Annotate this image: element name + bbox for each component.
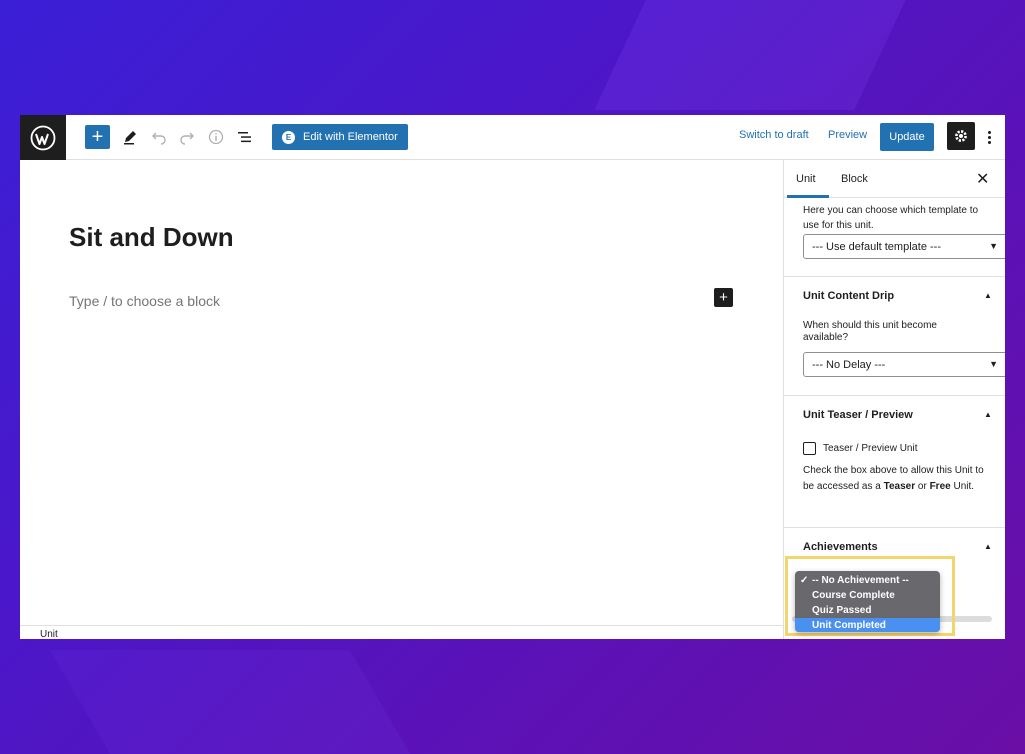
settings-gear-icon[interactable]	[947, 122, 975, 150]
block-placeholder[interactable]: Type / to choose a block	[69, 293, 220, 309]
dropdown-option-highlighted[interactable]: Unit Completed	[795, 618, 940, 632]
dropdown-option[interactable]: ✓ -- No Achievement --	[795, 573, 940, 588]
achievements-title[interactable]: Achievements	[803, 541, 878, 553]
edit-pencil-icon[interactable]	[118, 125, 142, 149]
add-block-button[interactable]: +	[85, 125, 110, 149]
wordpress-logo-icon[interactable]	[20, 115, 66, 160]
chevron-down-icon: ▼	[989, 241, 998, 251]
post-title[interactable]: Sit and Down	[69, 222, 234, 253]
sidebar-tabs: Unit Block ✕	[784, 160, 1005, 198]
section-divider	[784, 527, 1005, 528]
preview-link[interactable]: Preview	[828, 129, 867, 141]
tab-block[interactable]: Block	[841, 173, 868, 185]
template-description: Here you can choose which template to us…	[803, 205, 979, 231]
achievements-dropdown[interactable]: ✓ -- No Achievement -- Course Complete Q…	[795, 571, 940, 632]
content-drip-question: When should this unit become available?	[803, 320, 937, 343]
undo-icon[interactable]	[147, 125, 171, 149]
collapse-caret-icon[interactable]: ▲	[984, 410, 992, 419]
section-divider	[784, 276, 1005, 277]
elementor-icon: E	[282, 130, 295, 144]
content-drip-title[interactable]: Unit Content Drip	[803, 290, 894, 302]
active-tab-indicator	[787, 195, 829, 198]
content-drip-select-value: --- No Delay ---	[812, 358, 886, 371]
teaser-checkbox-label[interactable]: Teaser / Preview Unit	[823, 441, 917, 456]
collapse-caret-icon[interactable]: ▲	[984, 542, 992, 551]
editor-canvas: Sit and Down Type / to choose a block +	[20, 160, 783, 625]
teaser-title[interactable]: Unit Teaser / Preview	[803, 409, 913, 421]
dropdown-option[interactable]: Quiz Passed	[795, 603, 940, 618]
switch-to-draft-link[interactable]: Switch to draft	[739, 129, 809, 141]
list-view-icon[interactable]	[233, 125, 257, 149]
footer-breadcrumb[interactable]: Unit	[40, 629, 58, 639]
close-sidebar-icon[interactable]: ✕	[976, 169, 989, 189]
template-select[interactable]: --- Use default template --- ▼	[803, 234, 1005, 259]
teaser-help-text: Check the box above to allow this Unit t…	[803, 465, 984, 492]
background-shape	[594, 0, 906, 110]
checkmark-icon: ✓	[800, 575, 809, 586]
inline-add-block-button[interactable]: +	[714, 288, 733, 307]
redo-icon[interactable]	[175, 125, 199, 149]
tab-unit[interactable]: Unit	[796, 173, 816, 185]
background-shape	[49, 650, 411, 754]
editor-footer: Unit	[20, 625, 783, 639]
template-select-value: --- Use default template ---	[812, 240, 941, 253]
collapse-caret-icon[interactable]: ▲	[984, 291, 992, 300]
chevron-down-icon: ▼	[989, 359, 998, 369]
edit-with-elementor-button[interactable]: E Edit with Elementor	[272, 124, 408, 150]
content-drip-select[interactable]: --- No Delay --- ▼	[803, 352, 1005, 377]
edit-with-elementor-label: Edit with Elementor	[303, 131, 398, 143]
update-button[interactable]: Update	[880, 123, 934, 151]
editor-toolbar: + E Edit with Elementor Switch to draft …	[20, 115, 1005, 160]
teaser-checkbox[interactable]	[803, 442, 816, 455]
info-icon[interactable]	[204, 125, 228, 149]
section-divider	[784, 395, 1005, 396]
more-options-icon[interactable]	[982, 125, 996, 149]
dropdown-option[interactable]: Course Complete	[795, 588, 940, 603]
